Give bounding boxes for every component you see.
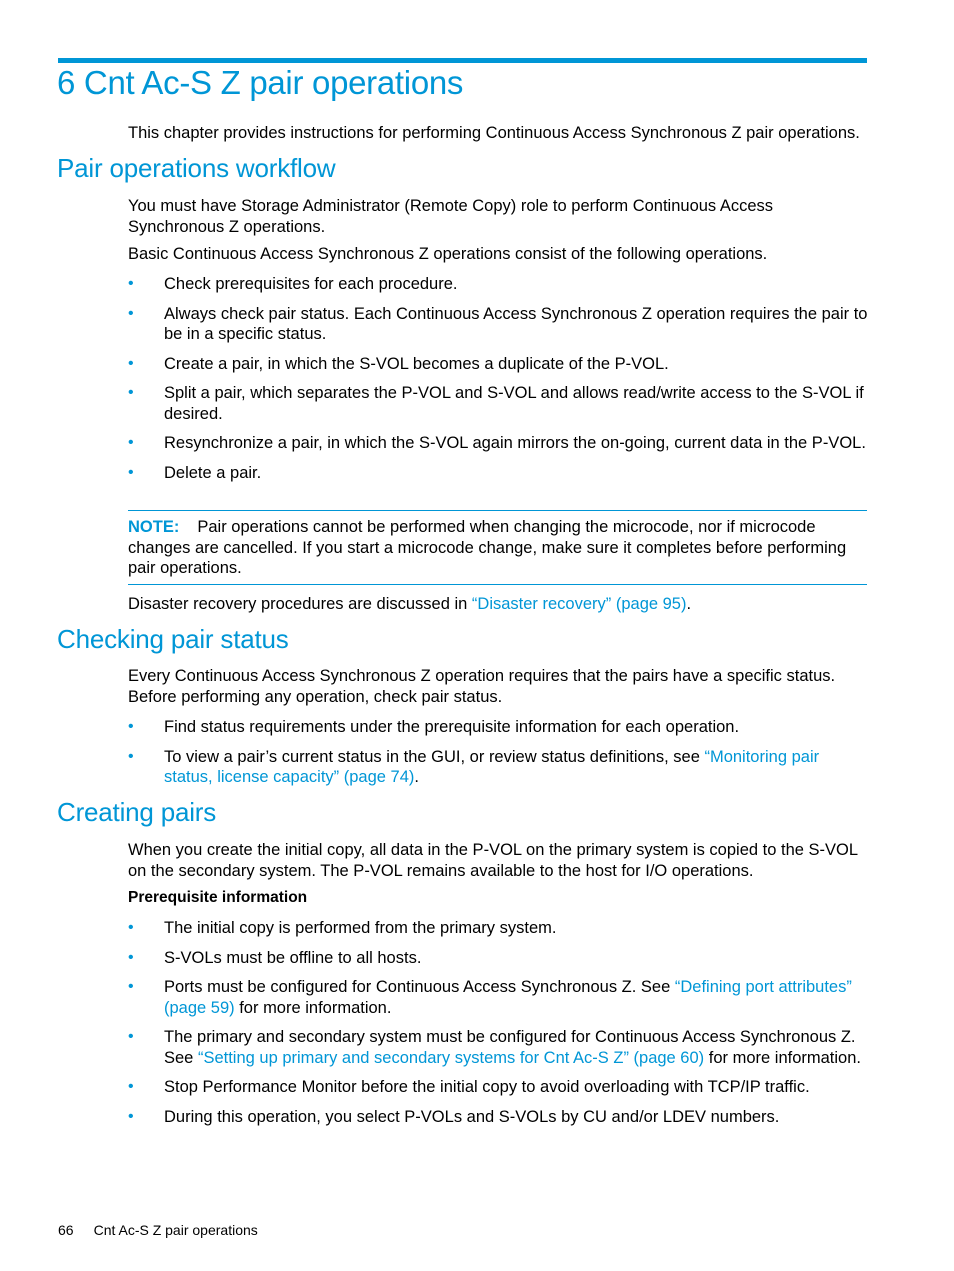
heading-pair-operations-workflow: Pair operations workflow xyxy=(57,153,336,183)
list-item: • Always check pair status. Each Continuo… xyxy=(128,304,868,344)
list-item: • Resynchronize a pair, in which the S-VO… xyxy=(128,434,866,452)
list-item: • S-VOLs must be offline to all hosts. xyxy=(128,948,422,967)
list-item: • During this operation, you select P-VOL… xyxy=(128,1107,780,1126)
bullet-icon: • xyxy=(128,275,134,292)
bullet-icon: • xyxy=(128,747,134,765)
disaster-recovery-link[interactable]: “Disaster recovery” (page 95) xyxy=(472,595,687,613)
list-item: • Delete a pair. xyxy=(128,463,262,482)
list-item: • To view a pair’s current status in the … xyxy=(128,747,820,787)
list-item: • Stop Performance Monitor before the ini… xyxy=(128,1078,810,1096)
note-text: Pair operations cannot be performed when… xyxy=(128,518,847,577)
setting-up-systems-link[interactable]: “Setting up primary and secondary system… xyxy=(198,1049,704,1067)
list-item: • Create a pair, in which the S-VOL becom… xyxy=(128,354,669,373)
checking-bullet-list: • Find status requirements under the prer… xyxy=(128,717,868,797)
bullet-icon: • xyxy=(128,304,134,322)
chapter-rule xyxy=(58,58,867,63)
bullet-icon: • xyxy=(128,978,134,995)
note-label: NOTE: xyxy=(128,518,180,536)
bullet-icon: • xyxy=(128,718,134,735)
bullet-icon: • xyxy=(128,354,134,372)
creating-paragraph: When you create the initial copy, all da… xyxy=(128,841,858,880)
list-item: • The primary and secondary system must b… xyxy=(128,1028,861,1067)
list-item: • Split a pair, which separates the P-VOL… xyxy=(128,384,864,423)
page-number: 66 xyxy=(58,1222,74,1238)
bullet-icon: • xyxy=(128,463,134,481)
bullet-icon: • xyxy=(128,1028,134,1045)
bullet-icon: • xyxy=(128,434,134,451)
page-footer: 66 Cnt Ac-S Z pair operations xyxy=(58,1222,258,1238)
prerequisite-heading: Prerequisite information xyxy=(128,889,308,906)
workflow-bullet-list: • Check prerequisites for each procedure.… xyxy=(128,274,868,492)
chapter-intro: This chapter provides instructions for p… xyxy=(128,124,860,142)
note-box: NOTE: Pair operations cannot be performed… xyxy=(128,510,867,585)
footer-section-title: Cnt Ac-S Z pair operations xyxy=(93,1222,258,1238)
bullet-icon: • xyxy=(128,948,134,966)
heading-creating-pairs: Creating pairs xyxy=(57,797,217,827)
bullet-icon: • xyxy=(128,919,134,936)
bullet-icon: • xyxy=(128,1107,134,1125)
disaster-recovery-paragraph: Disaster recovery procedures are discuss… xyxy=(128,595,692,613)
list-item: • Check prerequisites for each procedure. xyxy=(128,275,458,293)
workflow-paragraph-1: You must have Storage Administrator (Rem… xyxy=(128,197,774,236)
bullet-icon: • xyxy=(128,384,134,401)
list-item: • Ports must be configured for Continuous… xyxy=(128,978,852,1017)
prerequisite-bullet-list: • The initial copy is performed from the … xyxy=(128,918,868,1136)
list-item: • Find status requirements under the prer… xyxy=(128,718,740,736)
list-item: • The initial copy is performed from the … xyxy=(128,919,557,937)
bullet-icon: • xyxy=(128,1078,134,1095)
chapter-title: 6 Cnt Ac-S Z pair operations xyxy=(57,64,464,101)
checking-paragraph: Every Continuous Access Synchronous Z op… xyxy=(128,667,836,706)
workflow-paragraph-2: Basic Continuous Access Synchronous Z op… xyxy=(128,245,768,263)
heading-checking-pair-status: Checking pair status xyxy=(57,624,289,654)
